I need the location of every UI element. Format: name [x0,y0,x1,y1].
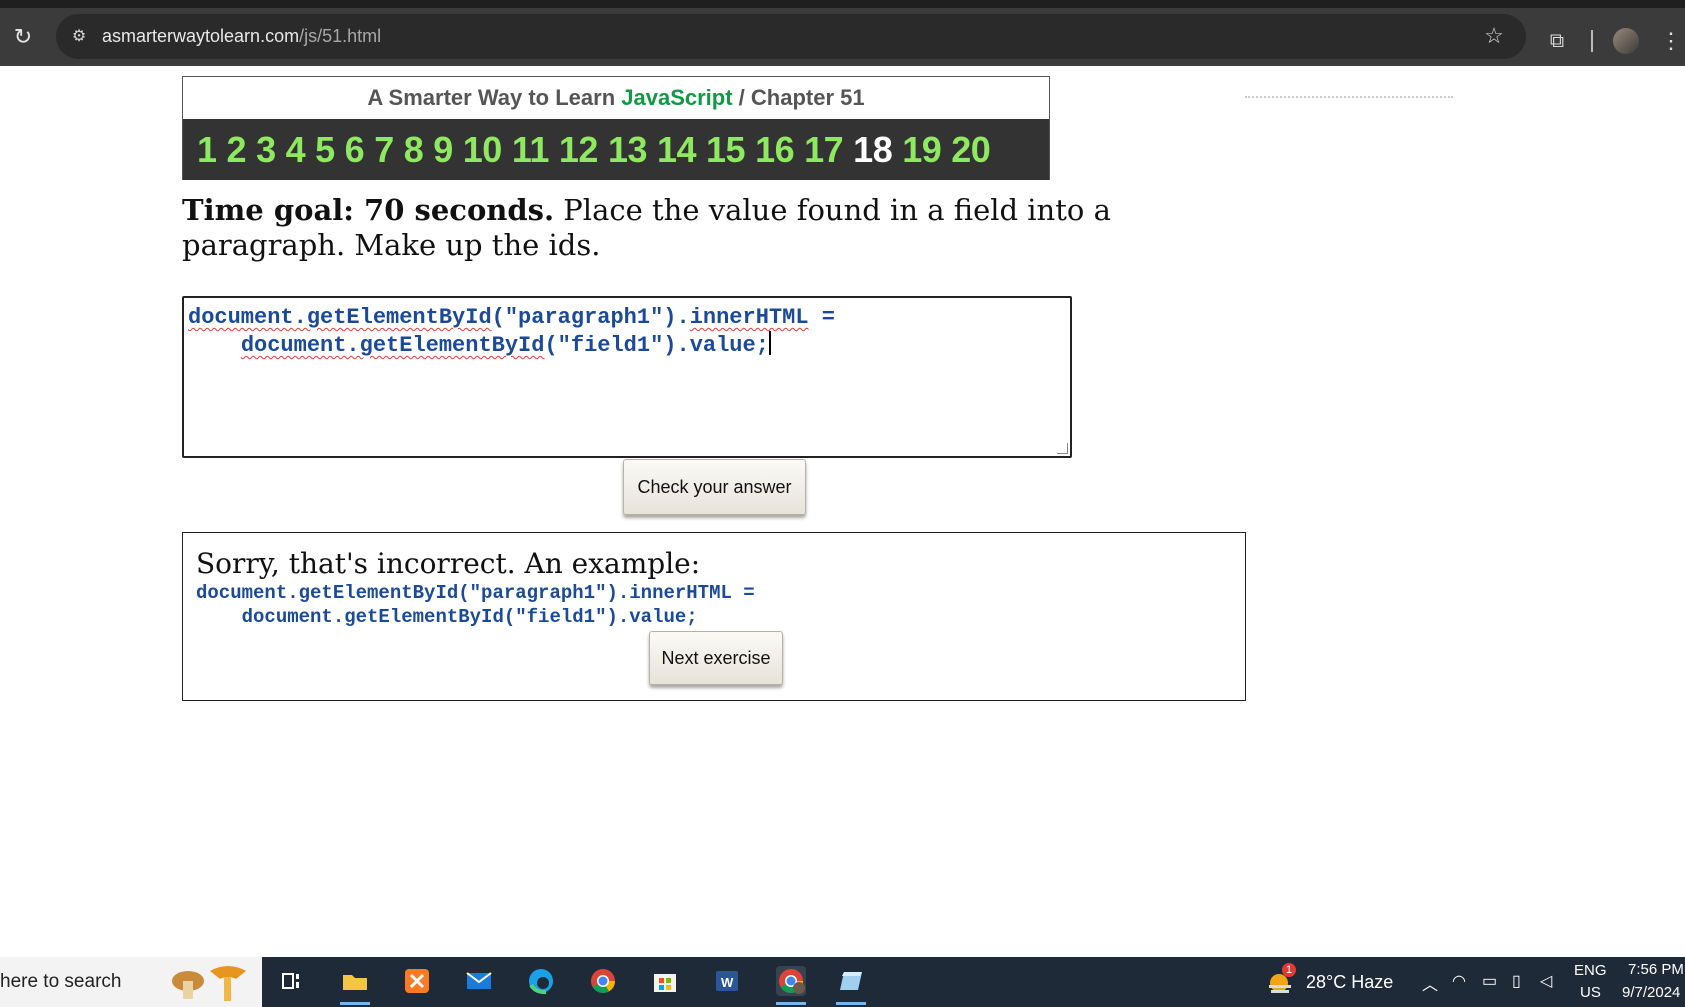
chapter-nav: 1 2 3 4 5 6 7 8 9 10 11 12 13 14 15 16 17 18 19 20 [183,119,1049,180]
example-code: document.getElementById("paragraph1").in… [196,581,755,629]
chapter-link-19[interactable]: 19 [902,119,942,180]
chapter-link-13[interactable]: 13 [608,119,648,180]
title-separator: / [732,85,751,110]
clock-time[interactable]: 7:56 PM [1628,961,1684,978]
answer-text[interactable]: document.getElementById("paragraph1").in… [188,304,835,359]
taskbar-search[interactable]: here to search [0,957,262,1007]
chrome-icon[interactable] [588,966,618,996]
answer-line2-method: document.getElementById [240,333,545,358]
next-exercise-button[interactable]: Next exercise [649,631,783,685]
page-title: A Smarter Way to Learn JavaScript / Chap… [183,77,1049,119]
url-host: asmarterwaytolearn.com [102,26,300,46]
device-icon[interactable]: ▯ [1512,971,1521,991]
clock-date[interactable]: 9/7/2024 [1622,984,1680,1001]
result-message: Sorry, that's incorrect. An example: [196,547,701,580]
title-javascript: JavaScript [621,85,733,110]
chapter-link-14[interactable]: 14 [657,119,697,180]
toolbar-divider [1591,30,1593,52]
battery-icon[interactable]: ▭ [1482,971,1497,991]
title-chapter: Chapter 51 [750,85,865,110]
star-icon[interactable]: ☆ [1480,22,1508,50]
url-text[interactable]: asmarterwaytolearn.com/js/51.html [102,14,381,59]
store-icon[interactable] [650,966,680,996]
word-icon[interactable]: W [712,966,742,996]
chapter-link-15[interactable]: 15 [706,119,746,180]
chapter-link-18[interactable]: 18 [853,119,893,180]
chapter-link-3[interactable]: 3 [256,119,276,180]
search-placeholder: here to search [0,971,122,992]
file-explorer-icon[interactable] [340,966,370,1005]
chapter-link-20[interactable]: 20 [951,119,991,180]
xampp-icon[interactable] [402,966,432,996]
chapter-link-6[interactable]: 6 [345,119,365,180]
chevron-up-icon[interactable]: ︿ [1422,971,1438,995]
notepad-icon[interactable] [836,966,866,1005]
title-prefix: A Smarter Way to Learn [367,85,622,110]
answer-line1-prop: innerHTML [689,305,809,330]
chrome-profile-icon[interactable] [776,966,806,1005]
site-info-icon[interactable]: ⚙ [66,24,92,50]
answer-line2-indent [188,333,241,358]
book-header: A Smarter Way to Learn JavaScript / Chap… [182,76,1050,180]
example-line1: document.getElementById("paragraph1").in… [196,582,755,604]
resize-handle[interactable] [1057,443,1068,454]
exercise-instruction: Time goal: 70 seconds. Place the value f… [182,193,1232,263]
svg-text:W: W [721,975,734,990]
answer-line1-arg: ("paragraph1"). [491,305,690,330]
window-top-strip [0,0,1685,8]
example-line2: document.getElementById("field1").value; [196,606,698,628]
avatar[interactable] [1613,28,1639,54]
language-top[interactable]: ENG [1574,962,1607,979]
answer-line2-rest: ("field1").value; [544,333,769,358]
volume-icon[interactable]: ◁ [1540,971,1552,991]
address-bar[interactable]: ⚙ asmarterwaytolearn.com/js/51.html ☆ [56,14,1526,59]
chapter-link-17[interactable]: 17 [804,119,844,180]
chapter-link-12[interactable]: 12 [559,119,599,180]
wifi-icon[interactable]: ◠ [1452,971,1466,991]
chapter-link-5[interactable]: 5 [315,119,335,180]
time-goal: Time goal: 70 seconds. [182,193,555,227]
answer-textarea[interactable]: document.getElementById("paragraph1").in… [182,296,1072,458]
text-caret [768,331,771,355]
chapter-link-11[interactable]: 11 [512,119,550,180]
chapter-link-7[interactable]: 7 [374,119,394,180]
weather-text[interactable]: 28°C Haze [1306,972,1393,993]
mail-icon[interactable] [464,966,494,996]
answer-line1-op: = [808,305,835,330]
chapter-link-16[interactable]: 16 [755,119,795,180]
extensions-icon[interactable]: ⧉ [1544,28,1570,54]
chapter-link-9[interactable]: 9 [433,119,453,180]
edge-icon[interactable] [526,966,556,996]
weather-badge: 1 [1282,963,1296,977]
answer-line1-method: document.getElementById [188,305,492,330]
language-bottom[interactable]: US [1580,984,1601,1001]
chapter-link-4[interactable]: 4 [286,119,306,180]
chapter-link-1[interactable]: 1 [197,119,217,180]
menu-icon[interactable]: ⋮ [1660,26,1682,56]
result-panel: Sorry, that's incorrect. An example: doc… [182,532,1246,701]
chapter-link-8[interactable]: 8 [404,119,424,180]
reload-icon[interactable]: ↻ [10,24,36,50]
check-answer-button[interactable]: Check your answer [623,459,806,515]
chapter-link-2[interactable]: 2 [227,119,247,180]
url-path: /js/51.html [299,26,382,46]
dotted-divider [1245,96,1453,100]
chapter-link-10[interactable]: 10 [463,119,503,180]
mushroom-icon [172,966,246,1001]
browser-toolbar: ↻ ⚙ asmarterwaytolearn.com/js/51.html ☆ … [0,8,1685,66]
taskbar: here to search W 1 28°C Haze ︿ ◠ ▭ ▯ ◁ E… [0,957,1685,1007]
task-view-icon[interactable] [276,966,306,996]
